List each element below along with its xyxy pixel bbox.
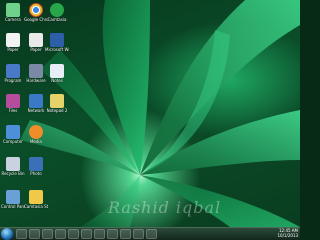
recycle-bin-icon (6, 157, 20, 171)
desktop-icon-control-panel[interactable]: Control Panel (1, 190, 25, 209)
desktop-icon-media[interactable]: Media (24, 125, 48, 144)
desktop-icon-photo[interactable]: Photo (24, 157, 48, 176)
desktop-icon-recycle-bin[interactable]: Recycle Bin (1, 157, 25, 176)
control-panel-icon (6, 190, 20, 204)
app-icon[interactable] (133, 229, 144, 239)
media-player-icon[interactable] (42, 229, 53, 239)
camtasia-icon[interactable] (107, 229, 118, 239)
notepad-icon (50, 64, 64, 78)
word-icon[interactable] (81, 229, 92, 239)
desktop-icon-paper[interactable]: Paper (1, 33, 25, 52)
desktop-icon-camera[interactable]: Camera (1, 3, 25, 22)
camtasia-icon (50, 3, 64, 17)
desktop-icon-notes[interactable]: Notes (45, 64, 69, 83)
desktop-icon-files[interactable]: Files (1, 94, 25, 113)
media-icon (29, 125, 43, 139)
word-icon[interactable] (146, 229, 157, 239)
document-icon (6, 33, 20, 47)
start-button[interactable] (1, 228, 13, 240)
watermark-text: Rashid iqbal (108, 198, 222, 217)
camtasia-icon (29, 190, 43, 204)
photo-icon (29, 157, 43, 171)
files-icon (6, 94, 20, 108)
internet-explorer-icon[interactable] (16, 229, 27, 239)
folder-icon[interactable] (29, 229, 40, 239)
desktop-icon-notepad-2[interactable]: Notepad 2 (45, 94, 69, 113)
desktop[interactable]: Camera Google Chrome Camtasia Paper Pape… (0, 0, 300, 227)
app-icon (6, 64, 20, 78)
app-icon (29, 64, 43, 78)
system-tray-clock[interactable]: 12:45 AM 10/1/2013 (277, 228, 298, 240)
desktop-icon-program[interactable]: Program (1, 64, 25, 83)
paint-icon[interactable] (120, 229, 131, 239)
desktop-icon-camtasia-studio[interactable]: Camtasia Studio 7 (24, 190, 48, 209)
camera-icon (6, 3, 20, 17)
app-icon[interactable] (94, 229, 105, 239)
desktop-icon-computer[interactable]: Computer (1, 125, 25, 144)
tray-date: 10/1/2013 (277, 233, 298, 238)
desktop-icon-camtasia[interactable]: Camtasia (45, 3, 69, 22)
firefox-icon[interactable] (68, 229, 79, 239)
taskbar: 12:45 AM 10/1/2013 (0, 227, 300, 240)
desktop-icon-word[interactable]: Microsoft Word (45, 33, 69, 52)
chrome-icon (29, 3, 43, 17)
network-icon (29, 94, 43, 108)
computer-icon (6, 125, 20, 139)
word-icon (50, 33, 64, 47)
chrome-icon[interactable] (55, 229, 66, 239)
document-icon (29, 33, 43, 47)
notepad-icon (50, 94, 64, 108)
